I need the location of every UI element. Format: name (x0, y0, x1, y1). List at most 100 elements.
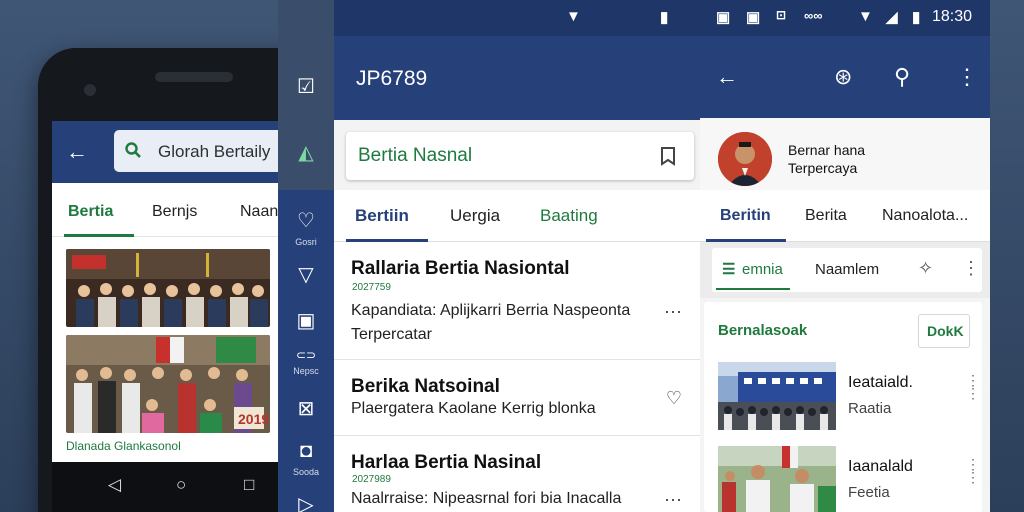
sync-icon: ∞∞ (804, 8, 823, 23)
chip-indicator (716, 288, 790, 290)
article-title: Rallaria Bertia Nasiontal (351, 258, 570, 279)
article-title: Berika Natsoinal (351, 376, 500, 397)
rail-item-sooda[interactable]: ◘ Sooda (278, 440, 334, 477)
pin-icon[interactable]: ✧ (918, 258, 933, 279)
article-title: Harlaa Bertia Nasinal (351, 452, 542, 473)
calendar-check-icon: ☑ (297, 76, 315, 98)
system-nav-bar: ◁ ○ □ (52, 462, 278, 512)
filter-chip-group: ☰ emnia Naamlem ✧ ⋮ (712, 248, 982, 292)
news-item-subtitle: Feetia (848, 484, 890, 501)
article-id: 2027759 (352, 282, 391, 293)
heart-check-icon: ♡ (297, 210, 315, 232)
section: Bernalasoak DokK Ieataiald. Raatia ⋮ ⋮ I… (700, 298, 990, 512)
section-title: Bernalasoak (718, 322, 808, 339)
profile-subtitle: Terpercaya (788, 160, 858, 176)
more-vert-icon[interactable]: ⋮ (956, 64, 978, 90)
status-time: 18:30 (932, 8, 973, 25)
back-arrow-icon[interactable]: ← (716, 64, 738, 90)
search-text: Bertia Nasnal (358, 145, 473, 166)
signal-icon: ◢ (886, 9, 898, 26)
wifi-icon: ▼ (566, 8, 581, 25)
article-body: Kapandiata: Aplijkarri Berria Naspeonta (351, 302, 631, 319)
news-item-title: Ieataiald. (848, 374, 913, 391)
filter-bar: ☰ emnia Naamlem ✧ ⋮ (700, 242, 990, 298)
article-body: Naalrraise: Nipeasrnal fori bia Inacalla (351, 490, 622, 507)
recents-square-icon[interactable]: □ (244, 475, 254, 495)
article-body-line2: Terpercatar (351, 326, 432, 343)
photo-caption: Dlanada Glankasonol (66, 439, 181, 453)
rail-item-gosri[interactable]: ♡ Gosri (278, 208, 334, 247)
menu-icon: ☰ (722, 261, 736, 278)
more-vert-icon[interactable]: ⋮ (962, 258, 980, 279)
article-card[interactable]: Rallaria Bertia Nasiontal 2027759 Kapand… (334, 242, 700, 360)
tab-berita[interactable]: Berita (805, 207, 847, 225)
article-card[interactable]: Berika Natsoinal Plaergatera Kaolane Ker… (334, 360, 700, 436)
rail-item-play[interactable]: ▷ (278, 492, 334, 512)
tab-nanoalota[interactable]: Nanoalota... (882, 207, 968, 225)
navigation-rail: ☑ ◭ ♡ Gosri ▽ ▣ ⊂⊃ Nepsc ⊠ ◘ Sooda ▷ (278, 0, 334, 512)
rail-item-nepsc[interactable]: ⊂⊃ Nepsc (278, 348, 334, 376)
back-triangle-icon[interactable]: ◁ (108, 475, 121, 495)
more-vert-icon[interactable]: ⋮ ⋮ (966, 373, 980, 400)
wifi-icon: ▼ (858, 8, 873, 25)
filter-chip-active[interactable]: emnia (742, 261, 783, 278)
news-photo[interactable] (66, 249, 270, 327)
news-photo[interactable]: 2019 (66, 335, 270, 433)
back-arrow-icon[interactable]: ← (66, 139, 88, 165)
article-card[interactable]: Harlaa Bertia Nasinal 2027989 Naalrraise… (334, 436, 700, 512)
close-box-icon: ⊠ (297, 398, 315, 420)
tab-uergia[interactable]: Uergia (450, 206, 500, 226)
search-text: Glorah Bertaily (158, 142, 271, 161)
rail-item-chart[interactable]: ◭ (278, 140, 334, 165)
rail-item-label: Nepsc (293, 366, 319, 376)
filter-chip[interactable]: Naamlem (815, 261, 879, 278)
play-icon: ▷ (298, 494, 314, 512)
news-thumbnail[interactable] (718, 362, 836, 430)
search-icon (125, 142, 141, 158)
more-icon[interactable]: ⋯ (664, 302, 682, 323)
tab-naan[interactable]: Naan (240, 203, 278, 221)
battery-icon: ▮ (660, 9, 669, 26)
more-icon[interactable]: ⋯ (664, 490, 682, 511)
news-thumbnail[interactable] (718, 446, 836, 512)
rail-item-label: Sooda (292, 467, 320, 477)
home-circle-icon[interactable]: ○ (176, 475, 186, 495)
search-icon[interactable]: ⚲ (894, 64, 910, 90)
app-bar: ▣ ▣ ⊡ ∞∞ ▼ ◢ ▮ 18:30 ← ⊛ ⚲ ⋮ (700, 0, 990, 118)
chart-icon: ◭ (298, 142, 314, 164)
news-list-panel: ▼ ▮ JP6789 Bertia Nasnal Bertiin Uergia … (334, 0, 700, 512)
link-icon: ⊂⊃ (295, 348, 317, 362)
rail-item-send[interactable]: ▽ (278, 262, 334, 287)
phone-screen: ← Glorah Bertaily Bertia Bernjs Naan 201… (52, 121, 278, 512)
send-icon: ▽ (298, 264, 314, 286)
avatar[interactable] (718, 132, 772, 186)
detail-panel: ▣ ▣ ⊡ ∞∞ ▼ ◢ ▮ 18:30 ← ⊛ ⚲ ⋮ Bernar hana… (700, 0, 990, 512)
rail-item-image[interactable]: ▣ (278, 308, 334, 333)
rail-item-close[interactable]: ⊠ (278, 396, 334, 421)
section-card: Bernalasoak DokK Ieataiald. Raatia ⋮ ⋮ I… (704, 302, 982, 512)
phone-camera (84, 84, 96, 96)
tab-bertiin[interactable]: Bertiin (355, 206, 409, 226)
news-item-subtitle: Raatia (848, 400, 892, 417)
app-title: JP6789 (356, 67, 428, 90)
app-bar: ▼ ▮ JP6789 (334, 0, 700, 120)
tab-bertia[interactable]: Bertia (68, 203, 113, 221)
section-button[interactable]: DokK (918, 314, 970, 348)
bookmark-icon[interactable] (658, 146, 678, 166)
phone-app-bar: ← Glorah Bertaily (52, 121, 278, 183)
notification-icon: ▣ (716, 9, 731, 26)
rail-item-calendar[interactable]: ☑ (278, 74, 334, 99)
tab-baating[interactable]: Baating (540, 206, 598, 226)
photo-badge: 2019 (238, 411, 269, 427)
tab-bernjs[interactable]: Bernjs (152, 203, 197, 221)
tab-beritin[interactable]: Beritin (720, 207, 771, 225)
notification-icon: ▣ (746, 9, 761, 26)
article-body: Plaergatera Kaolane Kerrig blonka (351, 400, 596, 417)
profile-header: Bernar hana Terpercaya (700, 118, 990, 190)
favorite-icon[interactable]: ♡ (666, 388, 682, 409)
search-input[interactable]: Bertia Nasnal (346, 132, 694, 180)
download-icon[interactable]: ⊛ (834, 64, 852, 90)
more-vert-icon[interactable]: ⋮ ⋮ (966, 457, 980, 484)
search-input[interactable]: Glorah Bertaily (114, 130, 278, 172)
section-button-label: DokK (927, 323, 964, 339)
